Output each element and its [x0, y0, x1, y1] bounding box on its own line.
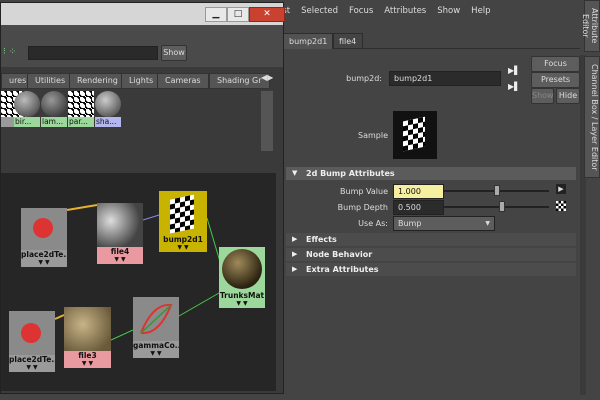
swatch-particle[interactable]: par...: [68, 91, 94, 129]
map-button-icon[interactable]: ▶: [556, 184, 566, 194]
node-gammacorrect[interactable]: gammaCo... ▼ ▼: [133, 297, 179, 359]
use-as-dropdown[interactable]: Bump ▼: [393, 216, 495, 231]
gamma-icon: [133, 297, 179, 341]
bump-depth-slider[interactable]: [444, 206, 549, 208]
hypershade-window: ▁ □ ✕ ⁝ ⁘ Show ures Utilities Rendering …: [0, 2, 285, 394]
menu-selected[interactable]: Selected: [301, 6, 338, 24]
menu-show[interactable]: Show: [437, 6, 460, 24]
tab-rendering[interactable]: Rendering: [69, 73, 126, 89]
filter-icon[interactable]: ⁝ ⁘: [3, 47, 16, 57]
swatch-lambert[interactable]: lam...: [41, 91, 67, 129]
swatch-birch[interactable]: bir...: [14, 91, 40, 129]
node-file3[interactable]: file3 ▼ ▼: [64, 307, 111, 369]
expand-arrow-icon: ▶: [292, 235, 298, 243]
use-as-label: Use As:: [358, 219, 388, 228]
expand-arrow-icon: ▶: [292, 265, 298, 273]
presets-button[interactable]: Presets: [531, 72, 580, 88]
maximize-icon[interactable]: □: [227, 7, 249, 22]
minimize-icon[interactable]: ▁: [205, 7, 227, 22]
port-arrows-icon[interactable]: ▼ ▼: [97, 256, 143, 264]
section-node-behavior[interactable]: ▶ Node Behavior: [286, 248, 576, 261]
tab-file4[interactable]: file4: [332, 33, 364, 49]
focus-button[interactable]: Focus: [531, 56, 580, 72]
port-arrows-icon[interactable]: ▼ ▼: [64, 360, 111, 368]
bump-value-slider-thumb[interactable]: [494, 185, 500, 196]
tab-attribute-editor[interactable]: Attribute Editor: [581, 0, 600, 52]
collapse-arrow-icon: ▼: [292, 169, 298, 177]
connected-texture-icon[interactable]: [556, 201, 566, 211]
node-place2d-top[interactable]: place2dTe... ▼ ▼: [21, 208, 67, 267]
texture-swatch: [97, 203, 143, 247]
connection-line: [178, 292, 220, 317]
input-connection-icon[interactable]: ▶▌: [508, 66, 520, 75]
hypershade-titlebar[interactable]: ▁ □ ✕: [1, 3, 285, 25]
node-graph[interactable]: place2dTe... ▼ ▼ file4 ▼ ▼ bump2d1 ▼ ▼ T…: [1, 173, 276, 391]
show-button[interactable]: Show: [161, 45, 187, 61]
port-arrows-icon[interactable]: ▼ ▼: [159, 244, 207, 252]
bump-icon: [159, 191, 207, 239]
swatch-shader[interactable]: sha...: [95, 91, 121, 129]
expand-arrow-icon: ▶: [292, 250, 298, 258]
node-file4[interactable]: file4 ▼ ▼: [97, 203, 143, 265]
swatch-sphere: [14, 91, 40, 117]
section-extra-attributes[interactable]: ▶ Extra Attributes: [286, 263, 576, 276]
output-connection-icon[interactable]: ▶▌: [508, 82, 520, 91]
bump-sample-swatch: [393, 111, 437, 159]
node-trunksmat[interactable]: TrunksMat ▼ ▼: [219, 247, 265, 308]
bump-value-label: Bump Value: [340, 187, 388, 196]
sample-checker-icon: [403, 116, 425, 152]
ae-menubar: ist Selected Focus Attributes Show Help: [280, 6, 491, 24]
hypershade-toolbar: ⁝ ⁘ Show: [1, 25, 283, 67]
tab-lights[interactable]: Lights: [121, 73, 162, 89]
menu-attributes[interactable]: Attributes: [384, 6, 426, 24]
hide-button[interactable]: Hide: [556, 88, 580, 104]
connection-line: [66, 204, 98, 211]
bump-value-field[interactable]: 1.000: [393, 184, 444, 199]
search-input[interactable]: [28, 46, 158, 60]
port-arrows-icon[interactable]: ▼ ▼: [21, 259, 67, 267]
swatch-image: [68, 91, 94, 117]
close-icon[interactable]: ✕: [249, 7, 285, 22]
bump-depth-label: Bump Depth: [337, 203, 388, 212]
tab-utilities[interactable]: Utilities: [27, 73, 74, 89]
place2d-icon: [9, 311, 55, 355]
menu-focus[interactable]: Focus: [349, 6, 373, 24]
node-place2d-bottom[interactable]: place2dTe... ▼ ▼: [9, 311, 55, 373]
node-name-field[interactable]: bump2d1: [389, 71, 501, 86]
tab-channel-box[interactable]: Channel Box / Layer Editor: [584, 56, 600, 178]
connection-line: [110, 329, 134, 341]
connection-line: [142, 214, 160, 221]
bump-depth-slider-thumb[interactable]: [499, 201, 505, 212]
port-arrows-icon[interactable]: ▼ ▼: [219, 300, 265, 308]
node-type-label: bump2d:: [346, 74, 382, 83]
place2d-icon: [21, 208, 67, 250]
swatch-scrollbar[interactable]: [261, 91, 273, 151]
swatch-sphere: [95, 91, 121, 117]
sample-label: Sample: [358, 131, 388, 140]
connection-line: [54, 314, 65, 320]
port-arrows-icon[interactable]: ▼ ▼: [9, 364, 55, 372]
bump-depth-field[interactable]: 0.500: [393, 200, 444, 215]
section-2d-bump-attributes[interactable]: ▼ 2d Bump Attributes: [286, 167, 576, 180]
tab-cameras[interactable]: Cameras: [157, 73, 209, 89]
menu-help[interactable]: Help: [471, 6, 490, 24]
port-arrows-icon[interactable]: ▼ ▼: [133, 350, 179, 358]
swatch-sphere: [41, 91, 67, 117]
section-effects[interactable]: ▶ Effects: [286, 233, 576, 246]
node-bump2d1[interactable]: bump2d1 ▼ ▼: [159, 191, 207, 263]
tab-bump2d1[interactable]: bump2d1: [282, 33, 335, 49]
texture-swatch: [64, 307, 111, 351]
show-button[interactable]: Show: [531, 88, 554, 104]
dropdown-arrow-icon: ▼: [485, 220, 490, 227]
tab-scroll-arrows-icon[interactable]: ◀▶: [261, 73, 273, 82]
material-swatch: [219, 247, 265, 291]
use-as-value: Bump: [398, 219, 422, 228]
